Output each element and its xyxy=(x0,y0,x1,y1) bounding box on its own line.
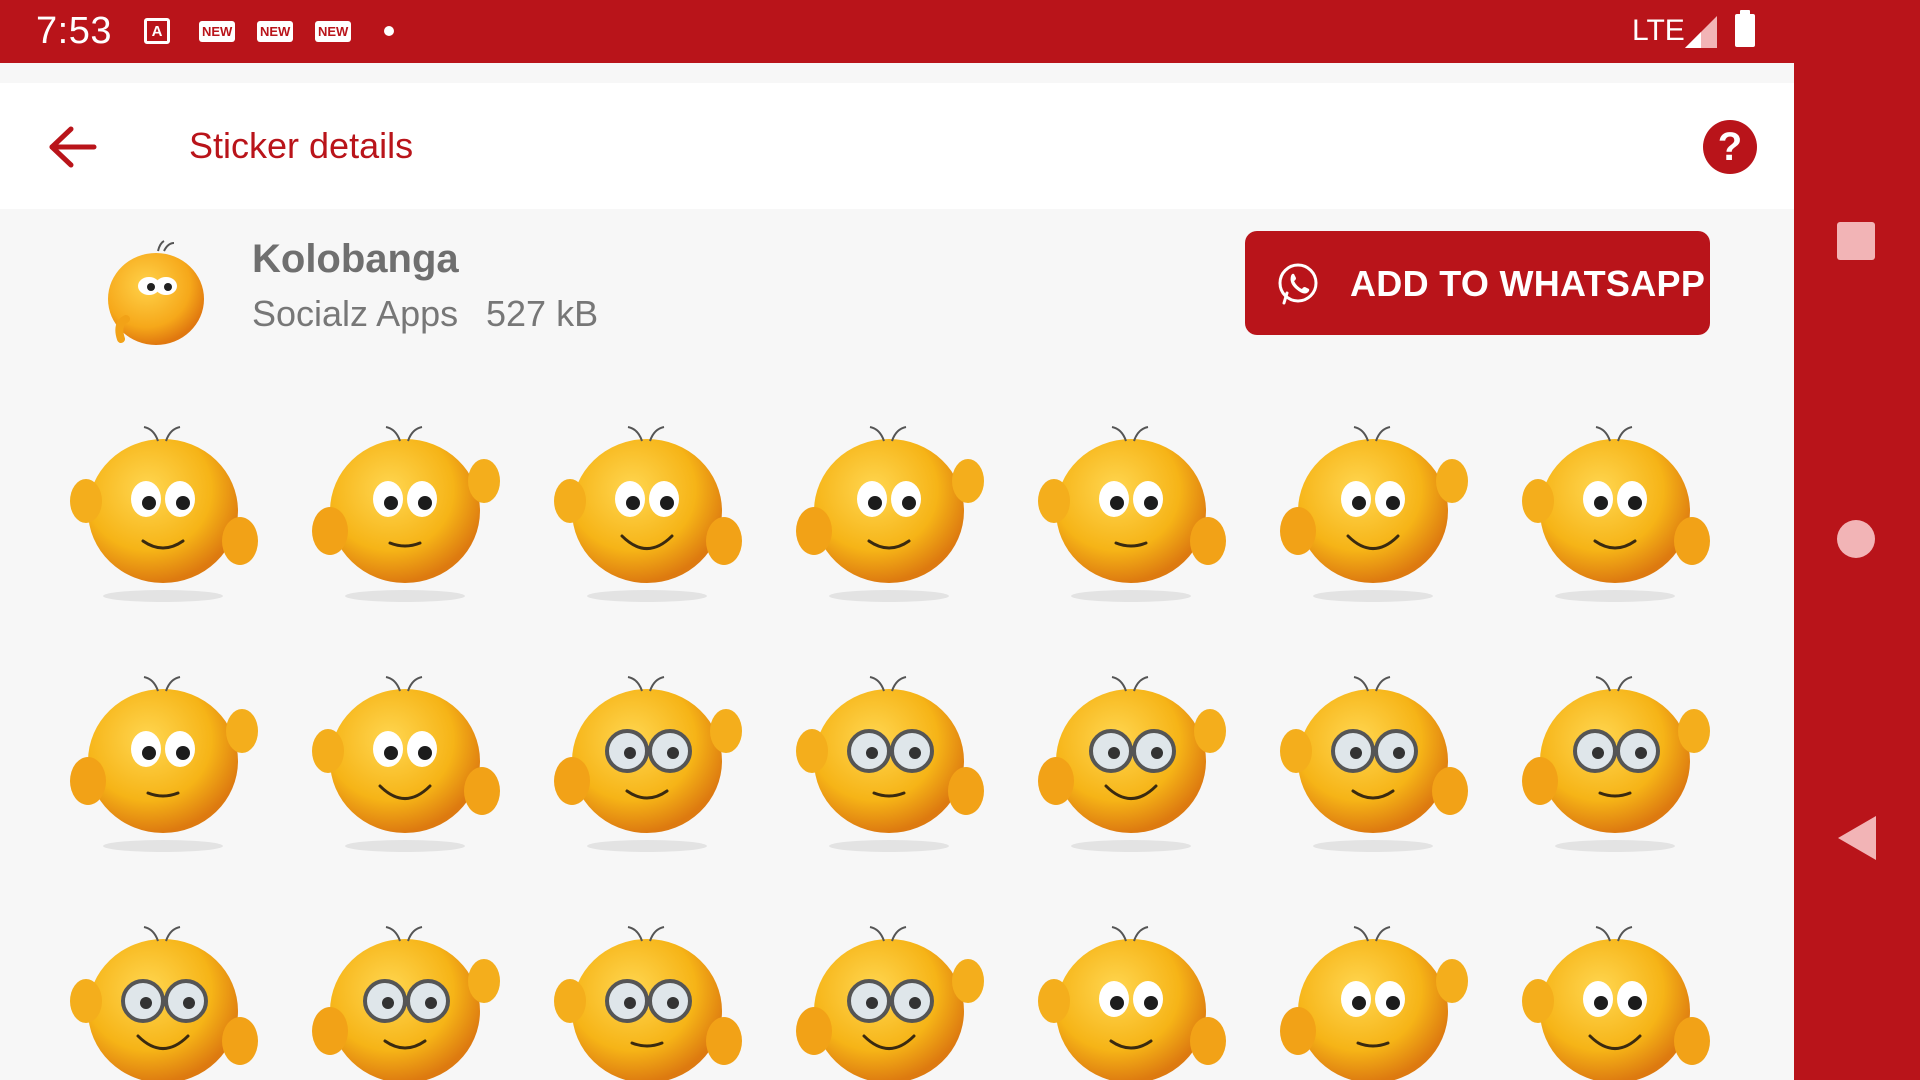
status-time: 7:53 xyxy=(36,10,112,52)
pack-tray-icon xyxy=(108,240,204,345)
new-notification-icon: NEW xyxy=(257,17,294,45)
help-button[interactable]: ? xyxy=(1703,120,1757,174)
pack-name: Kolobanga xyxy=(252,237,459,281)
pack-publisher: Socialz Apps xyxy=(252,293,459,334)
app-toolbar: Sticker details ? xyxy=(0,83,1794,209)
network-type-label: LTE xyxy=(1632,14,1685,47)
sticker-kolobanga-fists-laughing-icon[interactable] xyxy=(1510,401,1720,611)
sticker-kolobanga-waving-icon[interactable] xyxy=(58,651,268,861)
signal-icon xyxy=(1685,16,1717,48)
sticker-kolobanga-thumbs-up-icon[interactable] xyxy=(58,401,268,611)
system-back-icon[interactable] xyxy=(1838,816,1876,860)
sticker-kolobanga-duo-icon[interactable] xyxy=(1026,901,1236,1080)
home-icon[interactable] xyxy=(1837,520,1875,558)
new-notification-icon: NEW xyxy=(199,17,236,45)
whatsapp-icon xyxy=(1278,263,1318,305)
sticker-kolobanga-glasses-smile-icon[interactable] xyxy=(784,901,994,1080)
new-notification-icon: NEW xyxy=(315,17,352,45)
system-navigation-bar xyxy=(1794,0,1920,1080)
sticker-kolobanga-glasses-pointing-icon[interactable] xyxy=(1268,651,1478,861)
sticker-kolobanga-glasses-think-icon[interactable] xyxy=(784,651,994,861)
sticker-kolobanga-sideeye-icon[interactable] xyxy=(300,651,510,861)
sticker-kolobanga-grin-icon[interactable] xyxy=(1268,901,1478,1080)
sticker-kolobanga-glasses-notepad-icon[interactable] xyxy=(1026,651,1236,861)
app-notification-icon: A xyxy=(144,17,170,45)
add-to-whatsapp-button[interactable]: ADD TO WHATSAPP xyxy=(1245,231,1710,335)
sticker-kolobanga-peeking-cap-icon[interactable] xyxy=(784,401,994,611)
status-bar: 7:53 A NEW NEW NEW LTE xyxy=(0,0,1794,63)
more-notifications-dot-icon xyxy=(384,17,394,45)
add-to-whatsapp-label: ADD TO WHATSAPP xyxy=(1350,263,1706,304)
battery-icon xyxy=(1735,10,1755,47)
sticker-kolobanga-glasses-idea-icon[interactable] xyxy=(300,901,510,1080)
sticker-kolobanga-tongue-icon[interactable] xyxy=(1510,901,1720,1080)
sticker-kolobanga-peace-wink-icon[interactable] xyxy=(300,401,510,611)
sticker-kolobanga-glasses-adjust-icon[interactable] xyxy=(542,651,752,861)
pack-size: 527 kB xyxy=(486,293,599,334)
sticker-kolobanga-thumbs-up-2-icon[interactable] xyxy=(1268,401,1478,611)
sticker-details-screen: Sticker details ? Kolobanga Socialz Apps… xyxy=(0,63,1794,1080)
sticker-kolobanga-surprised-icon[interactable] xyxy=(1026,401,1236,611)
sticker-kolobanga-pointing-down-icon[interactable] xyxy=(542,401,752,611)
sticker-kolobanga-glasses-big-icon[interactable] xyxy=(542,901,752,1080)
sticker-kolobanga-glasses-hands-up-icon[interactable] xyxy=(1510,651,1720,861)
sticker-kolobanga-glasses-fist-icon[interactable] xyxy=(58,901,268,1080)
page-title: Sticker details xyxy=(189,125,414,166)
back-arrow-icon[interactable] xyxy=(48,125,98,169)
help-icon: ? xyxy=(1717,125,1743,169)
recent-apps-icon[interactable] xyxy=(1837,222,1875,260)
